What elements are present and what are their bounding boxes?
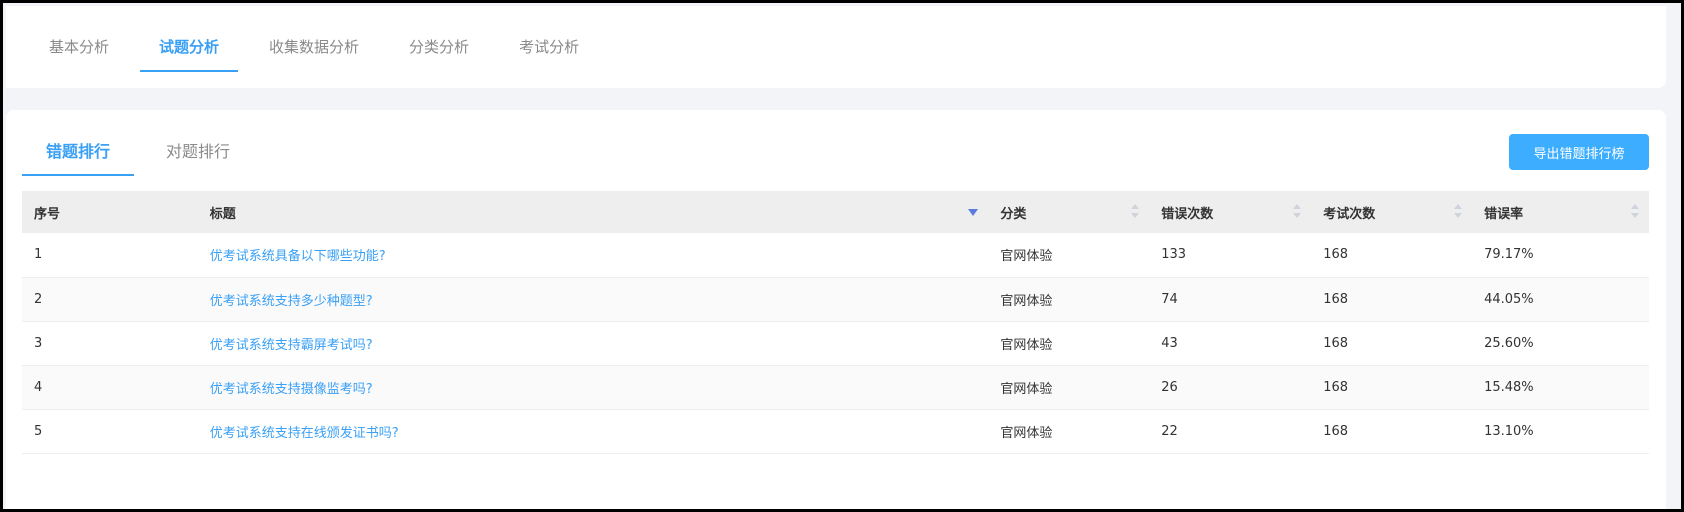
export-wrong-ranking-button[interactable]: 导出错题排行榜 bbox=[1509, 134, 1649, 170]
cell-index: 1 bbox=[22, 233, 198, 278]
cell-wrong-count: 26 bbox=[1149, 365, 1312, 410]
header-exam-count[interactable]: 考试次数 bbox=[1311, 191, 1473, 233]
header-category-label: 分类 bbox=[1000, 206, 1027, 222]
table-row: 5 优考试系统支持在线颁发证书吗? 官网体验 22 168 13.10% bbox=[22, 409, 1649, 454]
header-index-label: 序号 bbox=[34, 206, 61, 222]
cell-category: 官网体验 bbox=[988, 233, 1150, 278]
main-panel: 错题排行 对题排行 导出错题排行榜 序号 标题 分类 错误次数 考试次数 错误率… bbox=[6, 110, 1666, 509]
top-tab-bar: 基本分析 试题分析 收集数据分析 分类分析 考试分析 bbox=[6, 6, 1666, 88]
question-title-link[interactable]: 优考试系统支持多少种题型? bbox=[210, 294, 373, 309]
cell-index: 4 bbox=[22, 365, 198, 410]
cell-index: 5 bbox=[22, 409, 198, 454]
cell-exam-count: 168 bbox=[1311, 321, 1473, 366]
tab-exam-analysis[interactable]: 考试分析 bbox=[500, 6, 598, 70]
cell-title: 优考试系统支持摄像监考吗? bbox=[197, 365, 989, 410]
tab-wrong-ranking[interactable]: 错题排行 bbox=[22, 132, 135, 176]
cell-exam-count: 168 bbox=[1311, 365, 1473, 410]
cell-error-rate: 15.48% bbox=[1472, 365, 1649, 410]
sort-desc-icon[interactable] bbox=[968, 209, 979, 216]
cell-error-rate: 13.10% bbox=[1472, 409, 1649, 454]
cell-error-rate: 25.60% bbox=[1472, 321, 1649, 366]
tab-question-analysis[interactable]: 试题分析 bbox=[140, 6, 239, 72]
cell-wrong-count: 43 bbox=[1149, 321, 1312, 366]
sort-icon[interactable] bbox=[1631, 204, 1639, 220]
header-wrong-count[interactable]: 错误次数 bbox=[1149, 191, 1312, 233]
cell-title: 优考试系统支持霸屏考试吗? bbox=[197, 321, 989, 366]
header-index: 序号 bbox=[22, 191, 198, 233]
cell-wrong-count: 133 bbox=[1149, 233, 1312, 278]
cell-exam-count: 168 bbox=[1311, 409, 1473, 454]
header-wrong-count-label: 错误次数 bbox=[1161, 206, 1214, 222]
sort-icon[interactable] bbox=[1454, 204, 1463, 220]
table-row: 1 优考试系统具备以下哪些功能? 官网体验 133 168 79.17% bbox=[22, 233, 1649, 278]
header-exam-count-label: 考试次数 bbox=[1323, 206, 1376, 222]
tab-collected-data-analysis[interactable]: 收集数据分析 bbox=[250, 6, 378, 70]
cell-title: 优考试系统支持多少种题型? bbox=[197, 277, 989, 322]
ranking-table: 序号 标题 分类 错误次数 考试次数 错误率 1 优考试系统具备以下哪些功能? … bbox=[22, 191, 1649, 454]
cell-index: 3 bbox=[22, 321, 198, 366]
header-category[interactable]: 分类 bbox=[988, 191, 1150, 233]
cell-category: 官网体验 bbox=[988, 409, 1150, 454]
question-title-link[interactable]: 优考试系统具备以下哪些功能? bbox=[210, 249, 386, 264]
cell-category: 官网体验 bbox=[988, 277, 1150, 322]
cell-error-rate: 44.05% bbox=[1472, 277, 1649, 322]
header-error-rate-label: 错误率 bbox=[1484, 206, 1524, 222]
cell-exam-count: 168 bbox=[1311, 233, 1473, 278]
table-row: 4 优考试系统支持摄像监考吗? 官网体验 26 168 15.48% bbox=[22, 365, 1649, 410]
header-error-rate[interactable]: 错误率 bbox=[1472, 191, 1649, 233]
cell-title: 优考试系统具备以下哪些功能? bbox=[197, 233, 989, 278]
table-row: 2 优考试系统支持多少种题型? 官网体验 74 168 44.05% bbox=[22, 277, 1649, 322]
cell-title: 优考试系统支持在线颁发证书吗? bbox=[197, 409, 989, 454]
cell-category: 官网体验 bbox=[988, 321, 1150, 366]
cell-exam-count: 168 bbox=[1311, 277, 1473, 322]
question-title-link[interactable]: 优考试系统支持在线颁发证书吗? bbox=[210, 426, 399, 441]
header-title[interactable]: 标题 bbox=[197, 191, 989, 233]
cell-error-rate: 79.17% bbox=[1472, 233, 1649, 278]
question-title-link[interactable]: 优考试系统支持摄像监考吗? bbox=[210, 382, 373, 397]
sort-icon[interactable] bbox=[1131, 204, 1140, 220]
cell-wrong-count: 22 bbox=[1149, 409, 1312, 454]
tab-category-analysis[interactable]: 分类分析 bbox=[390, 6, 488, 70]
table-header-row: 序号 标题 分类 错误次数 考试次数 错误率 bbox=[22, 191, 1649, 233]
question-title-link[interactable]: 优考试系统支持霸屏考试吗? bbox=[210, 338, 373, 353]
cell-category: 官网体验 bbox=[988, 365, 1150, 410]
app-frame: 基本分析 试题分析 收集数据分析 分类分析 考试分析 错题排行 对题排行 导出错… bbox=[0, 0, 1684, 512]
cell-index: 2 bbox=[22, 277, 198, 322]
tab-correct-ranking[interactable]: 对题排行 bbox=[142, 132, 254, 172]
cell-wrong-count: 74 bbox=[1149, 277, 1312, 322]
sort-icon[interactable] bbox=[1293, 204, 1302, 220]
table-row: 3 优考试系统支持霸屏考试吗? 官网体验 43 168 25.60% bbox=[22, 321, 1649, 366]
tab-basic-analysis[interactable]: 基本分析 bbox=[30, 6, 128, 70]
top-tabs: 基本分析 试题分析 收集数据分析 分类分析 考试分析 bbox=[30, 6, 610, 88]
header-title-label: 标题 bbox=[209, 206, 236, 222]
sub-tabs: 错题排行 对题排行 bbox=[22, 132, 262, 176]
